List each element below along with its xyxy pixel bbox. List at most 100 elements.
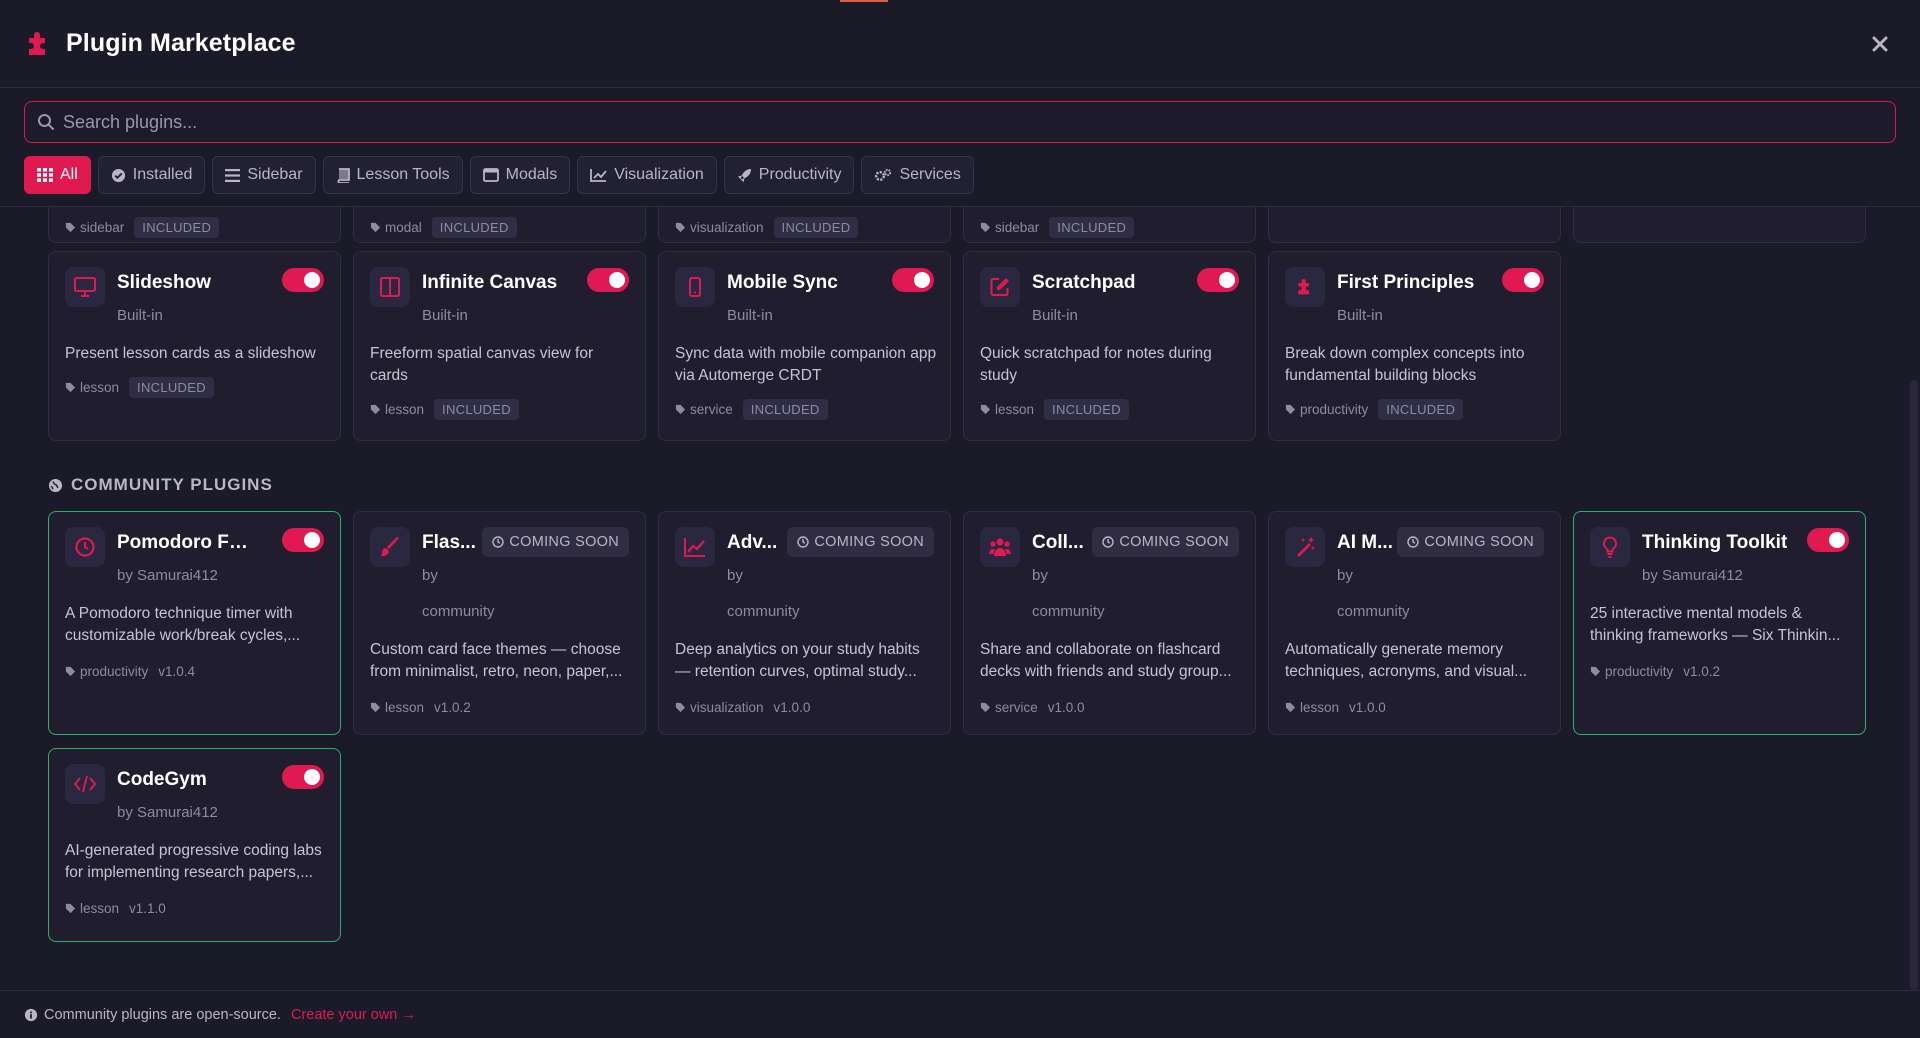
category-label: productivity <box>80 664 149 679</box>
plugin-card[interactable]: modal INCLUDED <box>353 207 646 243</box>
tag-icon <box>980 404 991 415</box>
plugin-description: Automatically generate memory techniques… <box>1285 641 1528 680</box>
included-badge: INCLUDED <box>742 399 828 420</box>
category-tag: sidebar <box>980 220 1039 235</box>
category-tag: sidebar <box>65 220 124 235</box>
filter-installed[interactable]: Installed <box>97 156 206 194</box>
enable-toggle[interactable] <box>282 528 324 552</box>
version-label: v1.0.4 <box>158 664 196 679</box>
plugin-card-ai-mnemonics[interactable]: AI M... COMING SOON by community Automat… <box>1268 511 1561 735</box>
filter-label: Modals <box>505 166 558 183</box>
plugin-description: 25 interactive mental models & thinking … <box>1590 605 1841 644</box>
community-section-title: COMMUNITY PLUGINS <box>48 475 273 495</box>
plugin-description: Custom card face themes — choose from mi… <box>370 641 623 680</box>
tag-icon <box>675 702 686 713</box>
close-icon <box>1872 36 1888 52</box>
plugin-card-thinking-toolkit[interactable]: Thinking Toolkit by Samurai412 25 intera… <box>1573 511 1866 735</box>
tag-icon <box>65 222 76 233</box>
scrollbar[interactable] <box>1910 380 1918 990</box>
filter-sidebar[interactable]: Sidebar <box>212 156 316 194</box>
plugin-author: by Samurai412 <box>117 567 218 584</box>
plugin-author-name: community <box>1337 603 1410 620</box>
columns-icon <box>370 267 410 307</box>
puzzle-icon <box>1285 267 1325 307</box>
plugin-card[interactable]: sidebar INCLUDED <box>48 207 341 243</box>
tag-icon <box>65 382 76 393</box>
card-meta: visualization INCLUDED <box>675 217 859 238</box>
card-meta: lesson v1.0.0 <box>1285 700 1386 715</box>
footer-text: Community plugins are open-source. <box>44 1006 281 1023</box>
card-meta: visualization v1.0.0 <box>675 700 810 715</box>
enable-toggle[interactable] <box>1807 528 1849 552</box>
plugin-card[interactable]: sidebar INCLUDED <box>963 207 1256 243</box>
filter-productivity[interactable]: Productivity <box>723 156 855 194</box>
section-label: COMMUNITY PLUGINS <box>71 475 273 494</box>
version-label: v1.0.0 <box>1349 700 1386 715</box>
plugin-description: Present lesson cards as a slideshow <box>65 345 316 362</box>
enable-toggle[interactable] <box>282 765 324 789</box>
filter-label: Visualization <box>614 166 704 183</box>
enable-toggle[interactable] <box>587 268 629 292</box>
category-label: visualization <box>690 220 764 235</box>
category-tag: lesson <box>980 402 1034 417</box>
plugin-description: Deep analytics on your study habits — re… <box>675 641 920 680</box>
plugin-card-codegym[interactable]: CodeGym by Samurai412 AI-generated progr… <box>48 748 341 942</box>
card-meta: productivity INCLUDED <box>1285 399 1464 420</box>
plugin-description: Share and collaborate on flashcard decks… <box>980 641 1232 680</box>
plugin-author-name: community <box>727 603 800 620</box>
plugin-card-first-principles[interactable]: First Principles Built-in Break down com… <box>1268 251 1561 441</box>
enable-toggle[interactable] <box>1502 268 1544 292</box>
plugin-author: Built-in <box>117 307 163 324</box>
category-tag: productivity <box>1285 402 1368 417</box>
card-meta: service INCLUDED <box>675 399 828 420</box>
plugin-card-advanced-analytics[interactable]: Adv... COMING SOON by community Deep ana… <box>658 511 951 735</box>
close-button[interactable] <box>1868 32 1892 56</box>
plugin-card-scratchpad[interactable]: Scratchpad Built-in Quick scratchpad for… <box>963 251 1256 441</box>
tag-icon <box>1590 666 1601 677</box>
magic-wand-icon <box>1285 527 1325 567</box>
plugin-card-pomodoro[interactable]: Pomodoro Focus ... by Samurai412 A Pomod… <box>48 511 341 735</box>
filter-label: Sidebar <box>247 166 303 183</box>
plugin-card-slideshow[interactable]: Slideshow Built-in Present lesson cards … <box>48 251 341 441</box>
plugin-card-flashcard-themes[interactable]: Flas... COMING SOON by community Custom … <box>353 511 646 735</box>
plugin-card-mobile-sync[interactable]: Mobile Sync Built-in Sync data with mobi… <box>658 251 951 441</box>
version-label: v1.0.2 <box>434 700 471 715</box>
plugin-card-infinite-canvas[interactable]: Infinite Canvas Built-in Freeform spatia… <box>353 251 646 441</box>
clock-icon <box>1102 536 1115 548</box>
filter-lesson-tools[interactable]: Lesson Tools <box>322 156 463 194</box>
filter-services[interactable]: Services <box>861 156 974 194</box>
plugin-author: Built-in <box>727 307 773 324</box>
card-meta: sidebar INCLUDED <box>980 217 1135 238</box>
category-label: productivity <box>1605 664 1674 679</box>
enable-toggle[interactable] <box>282 268 324 292</box>
plugin-card[interactable] <box>1268 207 1561 243</box>
category-tag: lesson <box>65 380 119 395</box>
included-badge: INCLUDED <box>773 217 859 238</box>
plugin-list[interactable]: sidebar INCLUDED modal INCLUDED visualiz… <box>0 207 1905 990</box>
plugin-author-name: community <box>1032 603 1105 620</box>
coming-soon-badge: COMING SOON <box>787 527 934 557</box>
plugin-author: by <box>422 567 438 584</box>
category-tag: lesson <box>65 901 119 916</box>
enable-toggle[interactable] <box>1197 268 1239 292</box>
filter-modals[interactable]: Modals <box>469 156 571 194</box>
clock-icon <box>492 536 505 548</box>
version-label: v1.0.0 <box>1047 700 1085 715</box>
filter-all[interactable]: All <box>24 156 91 194</box>
search-input[interactable] <box>63 111 1895 133</box>
card-meta: lesson v1.0.2 <box>370 700 471 715</box>
included-badge: INCLUDED <box>1378 399 1464 420</box>
filter-visualization[interactable]: Visualization <box>577 156 717 194</box>
plugin-card-collaboration[interactable]: Coll... COMING SOON by community Share a… <box>963 511 1256 735</box>
enable-toggle[interactable] <box>892 268 934 292</box>
check-circle-icon <box>111 168 125 182</box>
puzzle-icon <box>24 29 54 59</box>
plugin-card[interactable]: visualization INCLUDED <box>658 207 951 243</box>
plugin-card[interactable] <box>1573 207 1866 243</box>
plugin-name: Coll... <box>1032 532 1084 553</box>
globe-icon <box>48 478 63 492</box>
clock-icon <box>797 536 810 548</box>
plugin-name: First Principles <box>1337 272 1475 293</box>
plugin-author: Built-in <box>1032 307 1078 324</box>
create-your-own-link[interactable]: Create your own → <box>291 1007 416 1023</box>
